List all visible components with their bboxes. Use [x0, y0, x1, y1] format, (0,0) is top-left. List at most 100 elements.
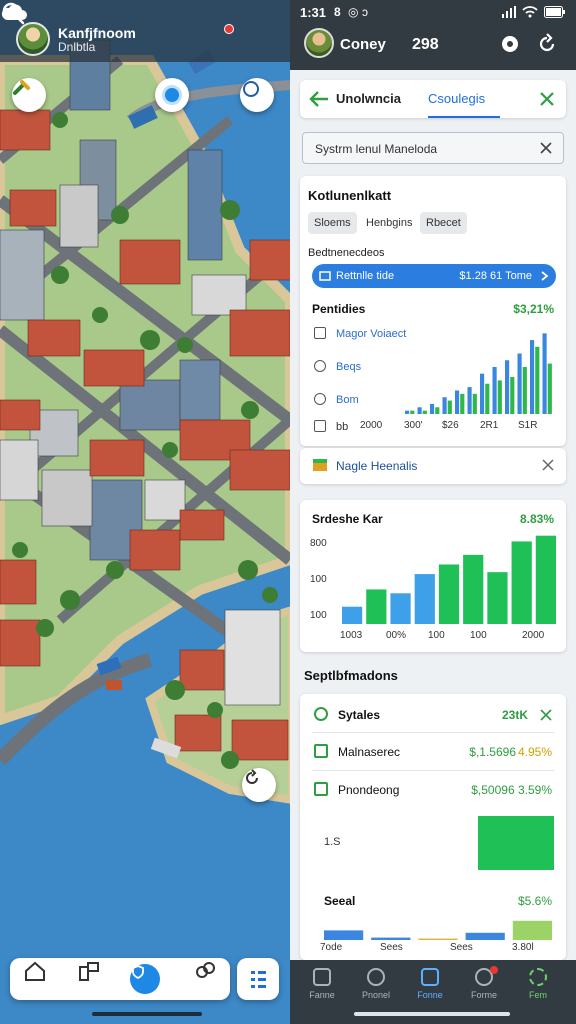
player-subtitle: Dnlbtla — [58, 40, 96, 54]
green-block — [478, 816, 554, 870]
notice-card[interactable]: Nagle Heenalis — [300, 448, 566, 484]
search-icon[interactable] — [0, 0, 26, 26]
search-input-value: Systrm lenul Maneloda — [315, 142, 438, 156]
status-indicator-2: ◎ — [348, 5, 359, 19]
buildings-icon[interactable] — [76, 958, 102, 984]
axis-label: 300' — [404, 420, 423, 431]
market-list-item[interactable]: Magor Voiaect — [314, 327, 406, 340]
list-item[interactable]: Pnondeong $,50096 3.59% — [300, 774, 566, 804]
hammer-icon[interactable] — [12, 78, 46, 112]
stats-card: Srdeshe Kar 8.83% 800 100 100 1003 00% 1… — [300, 500, 566, 652]
market-title: Kotlunenlkatt — [308, 188, 392, 203]
tab-underline — [428, 116, 500, 118]
chart-bar — [512, 920, 552, 940]
mini-bar-chart — [324, 920, 552, 940]
list-item[interactable]: Sytales 23tK — [300, 699, 566, 729]
document-icon — [314, 327, 326, 339]
chart-icon — [314, 744, 328, 758]
home-indicator — [354, 1012, 510, 1016]
chart-bar — [418, 938, 458, 940]
refresh-icon[interactable] — [535, 32, 559, 56]
document-icon — [314, 782, 328, 796]
chart-bar — [530, 340, 535, 414]
section-title: Septlbfmadons — [304, 668, 398, 683]
chart-bar — [535, 346, 540, 414]
chart-bar — [511, 541, 532, 624]
player-name: Kanfjfnoom — [58, 25, 136, 41]
list-item[interactable]: Malnaserec $,1.5696 4.95% — [300, 736, 566, 766]
chart-bar — [390, 593, 411, 624]
tab-secondary[interactable]: Csoulegis — [428, 91, 485, 106]
chart-bar — [460, 393, 465, 414]
panel-header: Coney 298 — [290, 28, 576, 70]
expand-icon[interactable] — [538, 90, 556, 108]
tab-bar: Unolwncia Csoulegis — [300, 80, 566, 118]
x-axis-label: Sees — [450, 942, 473, 953]
chart-bar — [467, 387, 472, 414]
market-section-label: Bedtnenecdeos — [308, 247, 385, 259]
y-axis-label: 100 — [310, 610, 327, 621]
chart-bar — [442, 397, 447, 414]
chip-3[interactable]: Rbecet — [420, 212, 467, 234]
x-axis-label: 3.80l — [512, 942, 534, 953]
chart-bar — [487, 572, 508, 624]
nav-item-building[interactable]: Fonne — [408, 968, 452, 1000]
tab-active[interactable]: Unolwncia — [336, 91, 401, 106]
chart-bar — [510, 377, 515, 414]
search-input[interactable]: Systrm lenul Maneloda — [302, 132, 564, 164]
settlement-card: Sytales 23tK Malnaserec $,1.5696 4.95% P… — [300, 694, 566, 960]
divider — [312, 732, 554, 733]
chart-bar — [342, 606, 363, 624]
home-icon — [313, 968, 331, 986]
market-list-item[interactable]: Bom — [314, 393, 359, 406]
chip-1[interactable]: Sloems — [308, 212, 357, 234]
x-axis-label: 100 — [428, 630, 445, 641]
chart-bar — [405, 410, 410, 414]
market-highlight-pill[interactable]: Rettnlle tide $1.28 61 Tome — [312, 264, 556, 288]
link-icon[interactable] — [192, 958, 218, 984]
notification-badge — [224, 24, 234, 34]
location-target-icon[interactable] — [155, 78, 189, 112]
market-list-item[interactable]: bb — [314, 420, 348, 433]
chart-bar — [472, 393, 477, 414]
chart-bar — [447, 400, 452, 414]
back-arrow-icon[interactable] — [308, 89, 330, 109]
nav-item-home[interactable]: Fanne — [300, 968, 344, 1000]
chevron-right-icon — [541, 271, 549, 281]
gear-icon[interactable] — [498, 32, 522, 56]
chip-2[interactable]: Henbgins — [360, 212, 418, 234]
close-icon[interactable] — [542, 459, 554, 471]
header-avatar[interactable] — [304, 28, 334, 58]
refresh-icon[interactable] — [240, 78, 274, 112]
market-bar-chart — [405, 333, 552, 414]
chart-bar — [463, 554, 484, 624]
clear-icon[interactable] — [539, 141, 553, 155]
stats-title: Srdeshe Kar — [312, 512, 383, 526]
grid-menu-icon[interactable] — [237, 958, 279, 1000]
coin-count: 298 — [412, 36, 439, 53]
x-axis-label: 1003 — [340, 630, 363, 641]
header-name: Coney — [340, 36, 386, 53]
nav-item-sun[interactable]: Fem — [516, 968, 560, 1000]
checkbox-icon — [314, 420, 326, 432]
city-map[interactable]: Kanfjfnoom Dnlbtla — [0, 0, 292, 1024]
shield-icon[interactable] — [130, 964, 160, 994]
chart-bar — [455, 390, 460, 414]
signal-icon — [502, 6, 516, 18]
x-axis-label: Sees — [380, 942, 403, 953]
player-avatar[interactable] — [16, 22, 50, 56]
market-list-item[interactable]: Beqs — [314, 360, 361, 373]
close-icon[interactable] — [540, 709, 552, 721]
stats-bar-chart — [342, 535, 556, 624]
nav-item-chat[interactable]: Pnonel — [354, 968, 398, 1000]
chart-bar — [366, 589, 387, 624]
total-label: Seeal — [324, 894, 356, 908]
box-icon — [319, 271, 331, 281]
chart-bar — [422, 410, 427, 414]
chart-bar — [417, 407, 422, 414]
rotate-icon[interactable] — [242, 768, 276, 802]
nav-item-stats[interactable]: Forme — [462, 968, 506, 1000]
chart-bar — [485, 383, 490, 414]
home-icon[interactable] — [22, 958, 48, 984]
wifi-icon — [522, 6, 538, 18]
